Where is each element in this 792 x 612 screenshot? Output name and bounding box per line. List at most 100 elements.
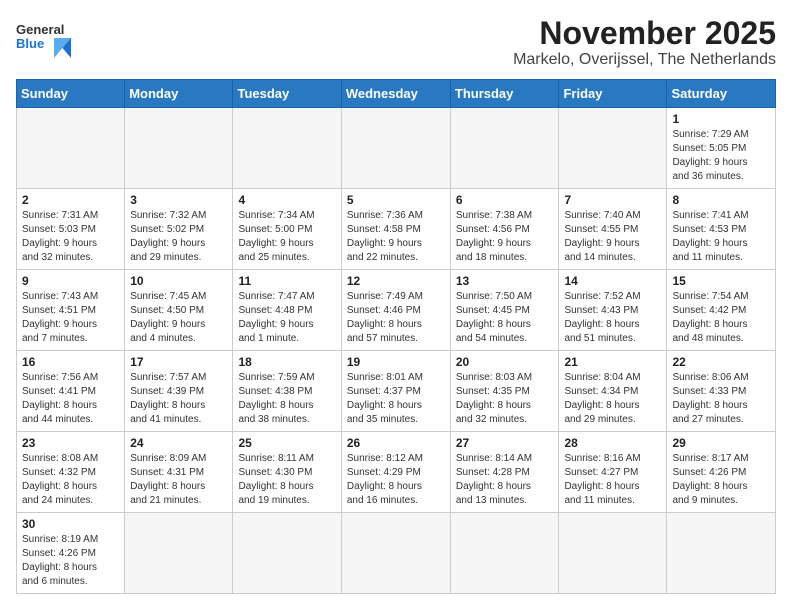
day-number: 17 (130, 355, 227, 369)
svg-text:Blue: Blue (16, 36, 44, 51)
calendar-cell: 19Sunrise: 8:01 AM Sunset: 4:37 PM Dayli… (341, 351, 450, 432)
calendar-cell (233, 108, 341, 189)
day-info: Sunrise: 8:06 AM Sunset: 4:33 PM Dayligh… (672, 371, 770, 427)
calendar-cell (450, 513, 559, 594)
calendar-cell: 21Sunrise: 8:04 AM Sunset: 4:34 PM Dayli… (559, 351, 667, 432)
day-number: 2 (22, 193, 119, 207)
day-info: Sunrise: 8:14 AM Sunset: 4:28 PM Dayligh… (456, 452, 554, 508)
calendar-cell: 26 Sunrise: 8:12 AM Sunset: 4:29 PM Dayli… (341, 432, 450, 513)
day-info: Sunrise: 8:19 AM Sunset: 4:26 PM Dayligh… (22, 533, 119, 589)
day-number: 29 (672, 436, 770, 450)
day-info: Sunrise: 7:38 AM Sunset: 4:56 PM Dayligh… (456, 209, 554, 265)
day-info: Sunrise: 7:34 AM Sunset: 5:00 PM Dayligh… (238, 209, 335, 265)
day-info: Sunrise: 8:08 AM Sunset: 4:32 PM Dayligh… (22, 452, 119, 508)
day-info: Sunrise: 7:32 AM Sunset: 5:02 PM Dayligh… (130, 209, 227, 265)
day-number: 15 (672, 274, 770, 288)
calendar-cell: 5Sunrise: 7:36 AM Sunset: 4:58 PM Daylig… (341, 189, 450, 270)
calendar-cell (667, 513, 776, 594)
logo: General Blue (16, 16, 76, 60)
day-number: 30 (22, 517, 119, 531)
weekday-header-monday: Monday (125, 80, 233, 108)
calendar-cell: 8Sunrise: 7:41 AM Sunset: 4:53 PM Daylig… (667, 189, 776, 270)
weekday-header-tuesday: Tuesday (233, 80, 341, 108)
day-info: Sunrise: 7:45 AM Sunset: 4:50 PM Dayligh… (130, 290, 227, 346)
day-info: Sunrise: 7:40 AM Sunset: 4:55 PM Dayligh… (564, 209, 661, 265)
calendar-cell: 3 Sunrise: 7:32 AM Sunset: 5:02 PM Daylig… (125, 189, 233, 270)
calendar-cell: 22Sunrise: 8:06 AM Sunset: 4:33 PM Dayli… (667, 351, 776, 432)
calendar-cell: 13 Sunrise: 7:50 AM Sunset: 4:45 PM Dayli… (450, 270, 559, 351)
day-info: Sunrise: 8:12 AM Sunset: 4:29 PM Dayligh… (347, 452, 445, 508)
day-number: 16 (22, 355, 119, 369)
title-area: November 2025 Markelo, Overijssel, The N… (513, 16, 776, 69)
page-title: November 2025 (513, 16, 776, 51)
day-number: 6 (456, 193, 554, 207)
day-number: 23 (22, 436, 119, 450)
calendar-cell: 10Sunrise: 7:45 AM Sunset: 4:50 PM Dayli… (125, 270, 233, 351)
day-info: Sunrise: 7:50 AM Sunset: 4:45 PM Dayligh… (456, 290, 554, 346)
week-row-6: 30 Sunrise: 8:19 AM Sunset: 4:26 PM Dayli… (17, 513, 776, 594)
calendar-cell: 1Sunrise: 7:29 AM Sunset: 5:05 PM Daylig… (667, 108, 776, 189)
header: General Blue November 2025 Markelo, Over… (16, 16, 776, 69)
day-info: Sunrise: 8:11 AM Sunset: 4:30 PM Dayligh… (238, 452, 335, 508)
day-number: 18 (238, 355, 335, 369)
weekday-header-saturday: Saturday (667, 80, 776, 108)
day-number: 8 (672, 193, 770, 207)
day-number: 26 (347, 436, 445, 450)
day-info: Sunrise: 7:52 AM Sunset: 4:43 PM Dayligh… (564, 290, 661, 346)
calendar-cell: 16Sunrise: 7:56 AM Sunset: 4:41 PM Dayli… (17, 351, 125, 432)
logo-svg: General Blue (16, 16, 76, 60)
day-number: 24 (130, 436, 227, 450)
calendar-cell (125, 108, 233, 189)
calendar-cell: 17 Sunrise: 7:57 AM Sunset: 4:39 PM Dayli… (125, 351, 233, 432)
page-subtitle: Markelo, Overijssel, The Netherlands (513, 51, 776, 69)
day-info: Sunrise: 7:49 AM Sunset: 4:46 PM Dayligh… (347, 290, 445, 346)
weekday-header-sunday: Sunday (17, 80, 125, 108)
day-info: Sunrise: 8:09 AM Sunset: 4:31 PM Dayligh… (130, 452, 227, 508)
week-row-2: 2Sunrise: 7:31 AM Sunset: 5:03 PM Daylig… (17, 189, 776, 270)
day-info: Sunrise: 7:47 AM Sunset: 4:48 PM Dayligh… (238, 290, 335, 346)
calendar-cell: 14 Sunrise: 7:52 AM Sunset: 4:43 PM Dayli… (559, 270, 667, 351)
day-info: Sunrise: 7:57 AM Sunset: 4:39 PM Dayligh… (130, 371, 227, 427)
day-info: Sunrise: 7:36 AM Sunset: 4:58 PM Dayligh… (347, 209, 445, 265)
calendar-cell (125, 513, 233, 594)
calendar-cell: 12Sunrise: 7:49 AM Sunset: 4:46 PM Dayli… (341, 270, 450, 351)
calendar-table: SundayMondayTuesdayWednesdayThursdayFrid… (16, 79, 776, 594)
day-number: 13 (456, 274, 554, 288)
day-number: 20 (456, 355, 554, 369)
calendar-cell: 29 Sunrise: 8:17 AM Sunset: 4:26 PM Dayli… (667, 432, 776, 513)
week-row-5: 23 Sunrise: 8:08 AM Sunset: 4:32 PM Dayli… (17, 432, 776, 513)
calendar-cell: 18Sunrise: 7:59 AM Sunset: 4:38 PM Dayli… (233, 351, 341, 432)
day-number: 28 (564, 436, 661, 450)
day-info: Sunrise: 8:04 AM Sunset: 4:34 PM Dayligh… (564, 371, 661, 427)
calendar-cell: 25 Sunrise: 8:11 AM Sunset: 4:30 PM Dayli… (233, 432, 341, 513)
calendar-cell: 20 Sunrise: 8:03 AM Sunset: 4:35 PM Dayli… (450, 351, 559, 432)
day-info: Sunrise: 8:16 AM Sunset: 4:27 PM Dayligh… (564, 452, 661, 508)
calendar-cell: 28 Sunrise: 8:16 AM Sunset: 4:27 PM Dayli… (559, 432, 667, 513)
day-info: Sunrise: 7:29 AM Sunset: 5:05 PM Dayligh… (672, 128, 770, 184)
weekday-header-wednesday: Wednesday (341, 80, 450, 108)
day-number: 11 (238, 274, 335, 288)
calendar-cell: 7 Sunrise: 7:40 AM Sunset: 4:55 PM Daylig… (559, 189, 667, 270)
day-number: 7 (564, 193, 661, 207)
calendar-cell: 24 Sunrise: 8:09 AM Sunset: 4:31 PM Dayli… (125, 432, 233, 513)
day-info: Sunrise: 7:43 AM Sunset: 4:51 PM Dayligh… (22, 290, 119, 346)
calendar-cell (233, 513, 341, 594)
day-number: 4 (238, 193, 335, 207)
calendar-cell: 11 Sunrise: 7:47 AM Sunset: 4:48 PM Dayli… (233, 270, 341, 351)
calendar-cell: 6 Sunrise: 7:38 AM Sunset: 4:56 PM Daylig… (450, 189, 559, 270)
week-row-1: 1Sunrise: 7:29 AM Sunset: 5:05 PM Daylig… (17, 108, 776, 189)
day-info: Sunrise: 8:03 AM Sunset: 4:35 PM Dayligh… (456, 371, 554, 427)
calendar-cell: 4 Sunrise: 7:34 AM Sunset: 5:00 PM Daylig… (233, 189, 341, 270)
week-row-4: 16Sunrise: 7:56 AM Sunset: 4:41 PM Dayli… (17, 351, 776, 432)
day-number: 14 (564, 274, 661, 288)
calendar-cell: 30 Sunrise: 8:19 AM Sunset: 4:26 PM Dayli… (17, 513, 125, 594)
calendar-cell: 27Sunrise: 8:14 AM Sunset: 4:28 PM Dayli… (450, 432, 559, 513)
svg-text:General: General (16, 22, 64, 37)
day-number: 25 (238, 436, 335, 450)
day-number: 3 (130, 193, 227, 207)
day-info: Sunrise: 8:17 AM Sunset: 4:26 PM Dayligh… (672, 452, 770, 508)
calendar-cell (341, 513, 450, 594)
calendar-cell: 23 Sunrise: 8:08 AM Sunset: 4:32 PM Dayli… (17, 432, 125, 513)
calendar-cell (341, 108, 450, 189)
calendar-cell (450, 108, 559, 189)
